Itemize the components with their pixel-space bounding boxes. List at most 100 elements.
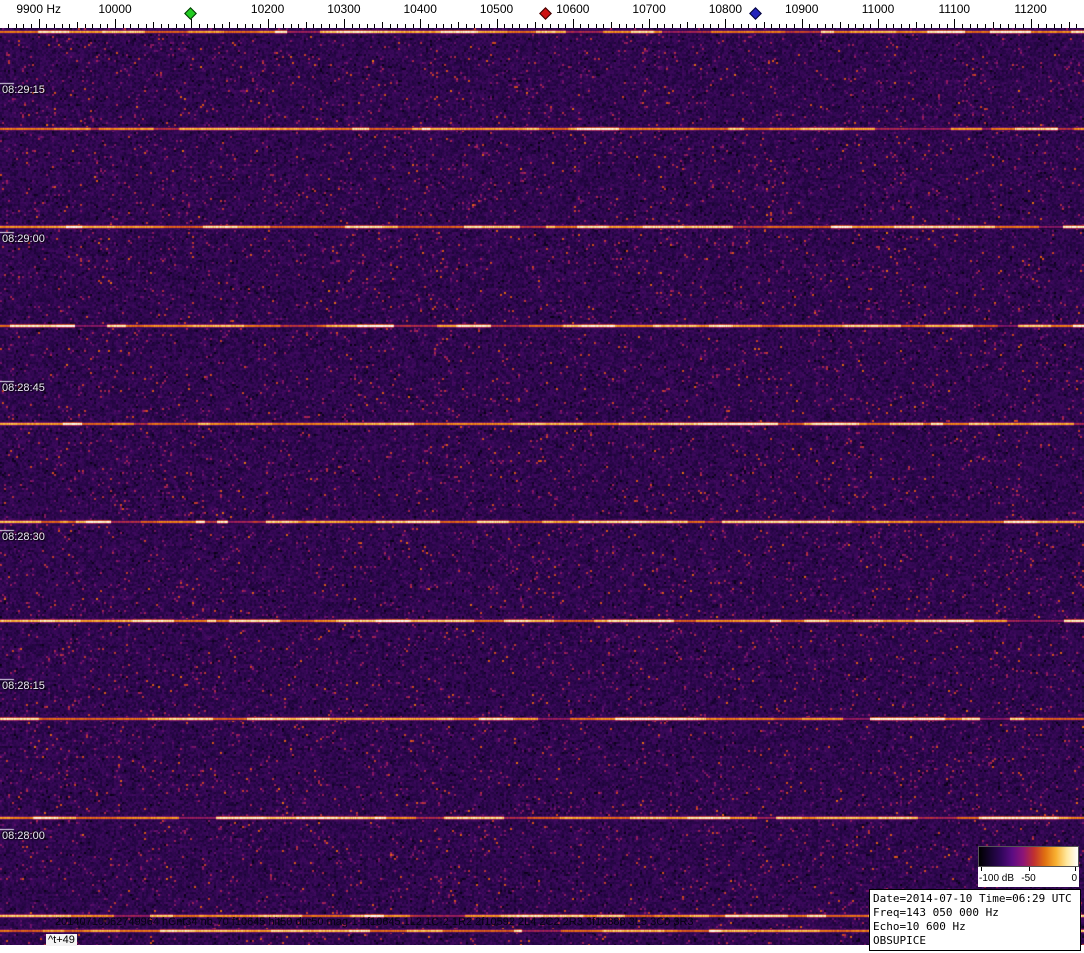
station-info-box: Date=2014-07-10 Time=06:29 UTC Freq=143 … (869, 889, 1081, 951)
freq-tick (1061, 24, 1063, 28)
freq-tick (92, 24, 94, 28)
red-diamond-marker[interactable] (539, 7, 552, 20)
freq-tick (443, 24, 445, 28)
freq-tick (252, 24, 254, 28)
freq-tick (527, 24, 528, 28)
freq-label: 10200 (250, 2, 285, 16)
freq-tick (160, 24, 162, 28)
freq-tick (847, 24, 849, 28)
freq-tick (298, 24, 300, 28)
freq-label: 10600 (556, 2, 590, 16)
freq-tick (15, 24, 17, 28)
freq-tick (389, 24, 391, 28)
freq-tick (290, 24, 292, 28)
freq-tick (84, 24, 86, 28)
freq-label: 11100 (938, 2, 971, 16)
blue-diamond-marker[interactable] (749, 7, 762, 20)
freq-tick (23, 24, 25, 28)
freq-tick (893, 24, 895, 28)
freq-label: 9900 Hz (16, 2, 62, 16)
freq-tick (221, 24, 223, 28)
freq-tick (611, 22, 612, 28)
info-echo-line: Echo=10 600 Hz (873, 920, 966, 933)
freq-label: 11000 (861, 2, 895, 16)
db-tick-min (981, 867, 982, 871)
freq-tick (969, 24, 971, 28)
freq-tick (549, 24, 551, 28)
freq-tick (1038, 24, 1040, 28)
freq-tick (351, 24, 353, 28)
freq-tick (694, 24, 696, 28)
freq-tick (832, 24, 834, 28)
freq-tick (1045, 24, 1047, 28)
freq-label: 10000 (98, 2, 132, 16)
freq-tick (870, 24, 872, 28)
freq-tick (923, 24, 925, 28)
freq-tick (214, 24, 216, 28)
freq-tick (69, 24, 71, 28)
freq-tick (626, 24, 628, 28)
freq-tick (1015, 24, 1017, 28)
freq-tick (107, 24, 109, 28)
freq-tick (382, 22, 384, 28)
freq-tick (458, 22, 460, 28)
freq-tick (488, 24, 490, 28)
freq-tick (939, 24, 940, 28)
freq-tick (511, 24, 513, 28)
freq-tick (168, 24, 170, 28)
frequency-ruler[interactable]: 9900 Hz 10000 10200 10300 10400 10500 10600 107… (0, 0, 1084, 28)
freq-tick (504, 24, 506, 28)
freq-tick (748, 24, 750, 28)
freq-tick (878, 19, 879, 28)
freq-tick (145, 24, 147, 28)
freq-label: 11200 (1014, 2, 1047, 16)
spectrogram-display: 9900 Hz 10000 10200 10300 10400 10500 10600 107… (0, 0, 1084, 953)
freq-tick (466, 24, 467, 28)
freq-tick (618, 24, 620, 28)
freq-tick (992, 22, 994, 28)
freq-tick (336, 24, 338, 28)
freq-tick (229, 22, 231, 28)
freq-tick (198, 24, 200, 28)
freq-tick (740, 24, 742, 28)
waterfall-canvas[interactable] (0, 28, 1084, 953)
freq-tick (702, 24, 704, 28)
freq-tick (908, 24, 910, 28)
freq-tick (1053, 24, 1055, 28)
freq-tick (191, 19, 193, 28)
freq-tick (427, 24, 429, 28)
freq-tick (855, 24, 857, 28)
freq-tick (450, 24, 452, 28)
freq-tick (1068, 22, 1070, 28)
freq-tick (931, 24, 933, 28)
freq-tick (778, 24, 780, 28)
freq-tick (954, 19, 956, 28)
freq-tick (473, 24, 475, 28)
freq-tick (733, 24, 734, 28)
freq-tick (1076, 24, 1078, 28)
freq-tick (961, 24, 963, 28)
db-color-scale: -100 dB -50 0 (978, 846, 1079, 887)
freq-tick (374, 24, 376, 28)
freq-tick (46, 24, 48, 28)
freq-tick (862, 24, 864, 28)
freq-tick (260, 24, 261, 28)
freq-tick (412, 24, 414, 28)
freq-tick (801, 19, 803, 28)
green-diamond-marker[interactable] (184, 7, 198, 20)
freq-tick (687, 22, 689, 28)
db-tick-max (1075, 867, 1076, 871)
freq-label: 10500 (479, 2, 514, 16)
freq-tick (267, 19, 269, 28)
freq-tick (641, 24, 643, 28)
freq-tick (534, 22, 536, 28)
freq-tick (900, 24, 902, 28)
freq-tick (328, 24, 330, 28)
info-freq-line: Freq=143 050 000 Hz (873, 906, 999, 919)
freq-tick (61, 24, 63, 28)
freq-tick (542, 24, 544, 28)
info-date-line: Date=2014-07-10 Time=06:29 UTC (873, 892, 1072, 905)
freq-tick (794, 24, 796, 28)
freq-label: 10900 (785, 2, 819, 16)
info-station-line: OBSUPICE (873, 934, 926, 947)
